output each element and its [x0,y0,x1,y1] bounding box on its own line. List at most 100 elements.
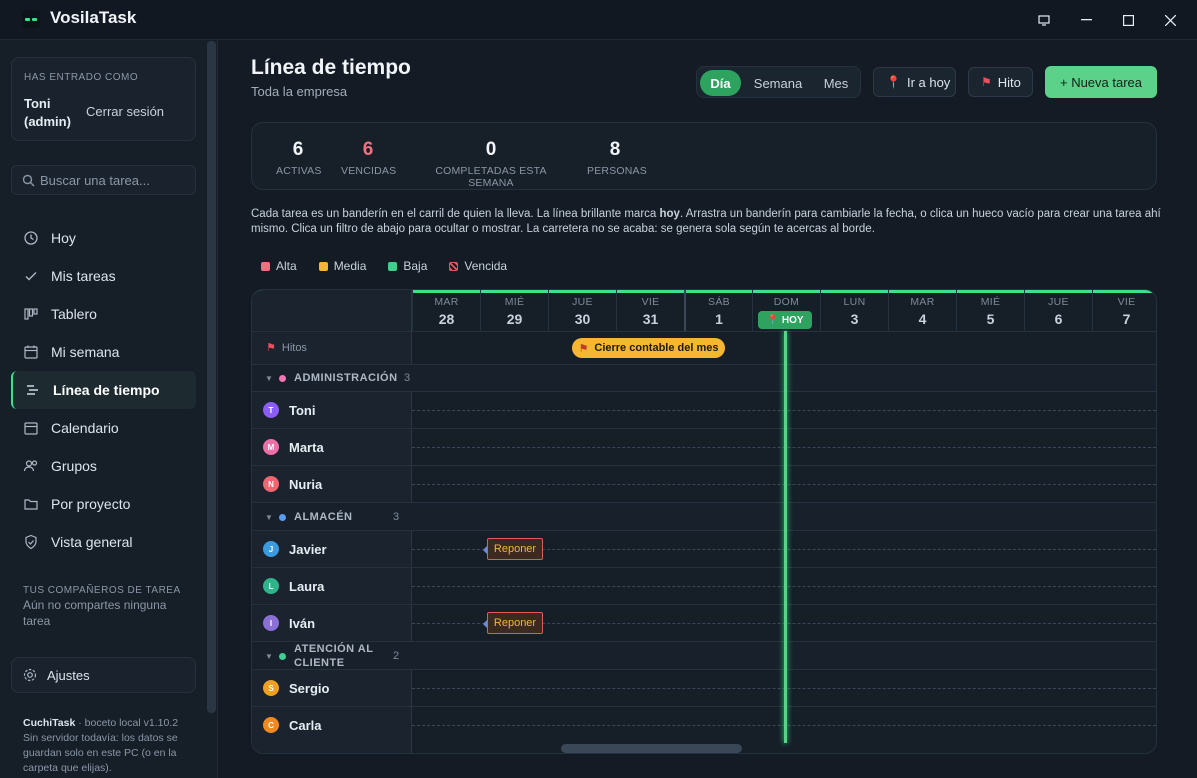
close-button[interactable] [1158,8,1182,32]
minimize-button[interactable] [1074,8,1098,32]
stat-completadas: 0 COMPLETADAS ESTA SEMANA [416,139,566,189]
help-text: Cada tarea es un banderín en el carril d… [251,207,1161,237]
app-logo-icon [22,10,40,28]
day-number: 31 [642,311,659,327]
lane-person-name: Javier [289,541,327,557]
day-header: MIÉ 5 [956,290,1024,332]
stat-value: 8 [609,139,621,160]
horizontal-scrollbar[interactable] [561,744,742,753]
legend-vencida[interactable]: Vencida [449,259,507,273]
day-header: MAR 4 [888,290,956,332]
nav-label: Mi semana [51,344,120,360]
lane-person-name: Toni [289,402,316,418]
search-icon [22,174,35,187]
milestones-label: ⚑ Hitos [266,341,307,355]
lane-person-name: Iván [289,615,316,631]
group-header-administracion[interactable]: ▼ ADMINISTRACIÓN 3 [252,365,411,391]
lane-person-name: Sergio [289,680,330,696]
search-field[interactable]: Buscar una tarea... [11,165,196,195]
task-flag-reponer[interactable]: Reponer [483,538,543,560]
legend-swatch [318,261,328,271]
lane-person-name: Laura [289,578,325,594]
settings-button[interactable]: Ajustes [11,657,196,693]
new-task-button[interactable]: + Nueva tarea [1045,66,1157,98]
milestones-text: Hitos [281,341,307,354]
nav-item-por-proyecto[interactable]: Por proyecto [11,485,196,523]
clock-icon [24,231,38,245]
legend-label: Vencida [464,259,508,273]
app-title: VosilaTask [50,8,137,27]
milestone-label: Cierre contable del mes [594,342,719,354]
row-divider [252,331,1156,332]
milestone-flag[interactable]: ⚑ Cierre contable del mes [572,338,725,358]
legend-label: Media [333,259,367,273]
lane-laura: L Laura [263,578,324,594]
view-mode-mes[interactable]: Mes [815,70,857,96]
legend-baja[interactable]: Baja [388,259,427,273]
view-mode-dia[interactable]: Día [700,70,741,96]
go-today-button[interactable]: 📍 Ir a hoy [873,67,956,97]
day-number: 30 [574,311,591,327]
row-divider [252,502,1156,503]
nav-item-mi-semana[interactable]: Mi semana [11,333,196,371]
timeline-icon [27,385,38,395]
group-count: 3 [393,511,400,523]
view-mode-semana[interactable]: Semana [748,70,808,96]
pin-window-icon[interactable] [1032,8,1056,32]
nav-item-vista-general[interactable]: Vista general [11,523,196,561]
nav-label: Vista general [51,534,133,550]
nav-item-calendario[interactable]: Calendario [11,409,196,447]
lane-person-name: Nuria [289,476,323,492]
legend-media[interactable]: Media [318,259,367,273]
avatar: T [263,402,279,418]
user-card: HAS ENTRADO COMO Toni (admin) Cerrar ses… [11,57,196,141]
nav-label: Mis tareas [51,268,116,284]
day-header: SÁB 1 [684,290,752,332]
nav-item-tablero[interactable]: Tablero [11,295,196,333]
task-flag-reponer[interactable]: Reponer [483,612,543,634]
maximize-button[interactable] [1116,8,1140,32]
chevron-down-icon: ▼ [265,651,274,661]
milestone-button[interactable]: ⚑ Hito [968,67,1033,97]
stat-activas: 6 ACTIVAS [276,139,321,177]
nav-item-grupos[interactable]: Grupos [11,447,196,485]
group-count: 2 [393,650,400,662]
flag-icon: ⚑ [981,75,992,89]
legend-swatch [261,261,270,271]
group-name: ATENCIÓN AL CLIENTE [294,643,374,669]
nav-item-mis-tareas[interactable]: Mis tareas [11,257,196,295]
lane-ivan: I Iván [263,615,315,631]
footer-text: Sin servidor todavía: los datos se guard… [23,732,178,774]
avatar: M [263,439,279,455]
board-icon [24,308,38,320]
legend-alta[interactable]: Alta [261,259,297,273]
sidebar-scrollbar[interactable] [207,41,216,713]
nav-item-linea-de-tiempo[interactable]: Línea de tiempo [11,371,196,409]
group-header-almacen[interactable]: ▼ ALMACÉN 3 [252,504,411,530]
footer-brand: CuchiTask [23,717,76,729]
avatar: C [263,717,279,733]
stat-personas: 8 PERSONAS [587,139,647,177]
companions-label: TUS COMPAÑEROS DE TAREA [23,585,181,596]
lane-nuria: N Nuria [263,476,322,492]
day-name: VIE [641,296,660,308]
day-name: MAR [910,296,935,308]
shield-icon [25,534,37,550]
day-number: 1 [715,311,723,327]
legend-swatch [449,261,459,271]
flag-icon: ⚑ [266,342,276,354]
chevron-down-icon: ▼ [265,512,274,522]
stat-value: 6 [292,139,304,160]
lane-marta: M Marta [263,439,324,455]
group-count: 3 [404,372,411,384]
page-title: Línea de tiempo [251,56,411,79]
logout-button[interactable]: Cerrar sesión [86,104,164,119]
nav-label: Por proyecto [51,496,131,512]
nav-item-hoy[interactable]: Hoy [11,219,196,257]
group-header-atencion-al-cliente[interactable]: ▼ ATENCIÓN AL CLIENTE 2 [252,643,411,669]
today-line [784,331,787,743]
lane-javier: J Javier [263,541,327,557]
day-number: 4 [918,311,927,327]
search-placeholder: Buscar una tarea... [40,173,150,188]
row-divider [252,641,1156,642]
